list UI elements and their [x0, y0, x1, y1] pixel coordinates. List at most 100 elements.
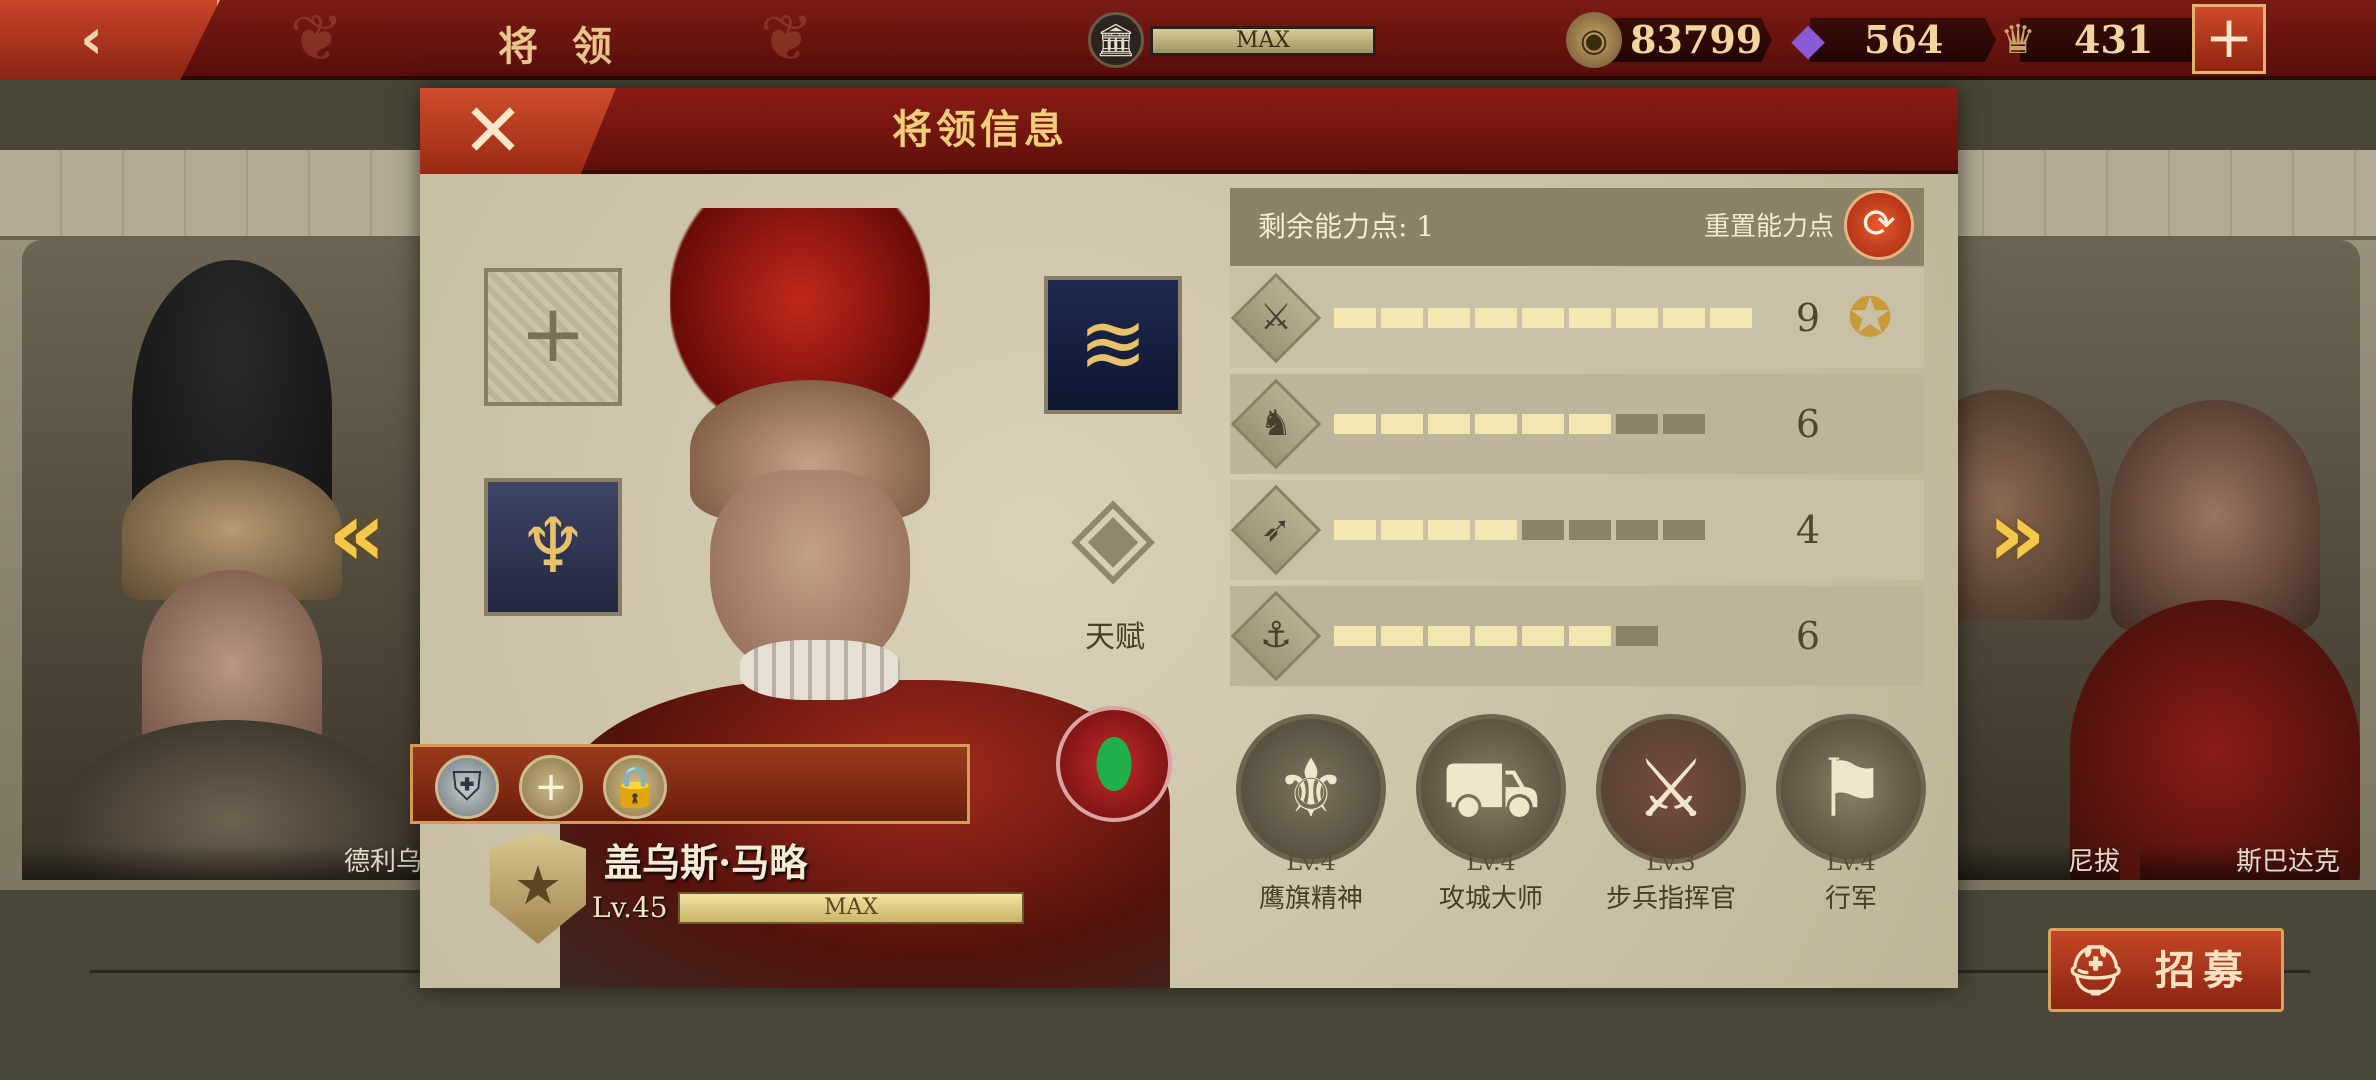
stat-value: 4 [1795, 508, 1821, 552]
equipment-slot-torch[interactable]: ♆ [484, 478, 622, 616]
scroll-icon: ≋ [1078, 297, 1148, 392]
talent-label: 天赋 [1085, 620, 1145, 655]
gem-icon: ◆ [1791, 14, 1825, 65]
anchor-icon: ⚓ [1230, 590, 1322, 682]
stat-segment [1475, 520, 1517, 540]
general-card-left-label: 德利乌 [22, 844, 422, 880]
honor-resource[interactable]: 431 ♛ [1990, 12, 2204, 68]
stat-segment [1381, 308, 1423, 328]
chevron-left-icon: ‹ [80, 7, 104, 72]
sword-icon: ⚔ [1230, 272, 1322, 364]
general-card-right-label-1: 尼拔 [1940, 844, 2120, 880]
hero-level-bar: MAX [678, 892, 1024, 924]
hero-action-strip: ⛨ + 🔒 [410, 744, 970, 824]
stat-segment [1381, 414, 1423, 434]
skill-siege-master[interactable]: ⛟ Lv.4 攻城大师 [1416, 714, 1566, 914]
skill-name: 攻城大师 [1438, 884, 1543, 914]
gem-resource[interactable]: 564 ◆ [1780, 12, 1996, 68]
stat-segment [1663, 520, 1705, 540]
building-level-bar: MAX [1150, 26, 1376, 56]
laurel-icon: ❦ [290, 2, 344, 76]
stat-row-naval: ⚓ 6 [1230, 586, 1924, 686]
building-level[interactable]: 🏛 MAX [1088, 12, 1376, 68]
stat-segment [1710, 308, 1752, 328]
skill-name: 鹰旗精神 [1258, 884, 1363, 914]
prev-general-arrow[interactable]: « [326, 490, 388, 580]
medal-star-icon[interactable]: ✪ [1834, 282, 1906, 354]
gem-value: 564 [1810, 18, 1996, 62]
reset-points-button[interactable]: ⟳ [1844, 190, 1914, 260]
stat-segment [1616, 520, 1658, 540]
stat-segment [1475, 308, 1517, 328]
stat-segment [1663, 414, 1705, 434]
stat-segment [1334, 308, 1376, 328]
add-resource-button[interactable]: + [2192, 4, 2266, 74]
stat-segment [1334, 414, 1376, 434]
stat-segment [1616, 414, 1658, 434]
stat-segment [1569, 626, 1611, 646]
plus-icon[interactable]: + [519, 755, 583, 819]
stat-row-cavalry: ♞ 6 [1230, 374, 1924, 474]
stat-segment [1428, 626, 1470, 646]
stat-segment [1334, 520, 1376, 540]
torch-icon: ♆ [518, 501, 588, 590]
crossed-swords-icon: ⚔ [1596, 714, 1746, 864]
eagle-banner-icon: ⚜ [1236, 714, 1386, 864]
stat-segment [1569, 308, 1611, 328]
equipment-slot-scroll[interactable]: ≋ [1044, 276, 1182, 414]
skill-level: Lv.4 [1286, 848, 1336, 876]
stat-segment [1428, 520, 1470, 540]
lock-icon[interactable]: 🔒 [603, 755, 667, 819]
ability-points-remaining: 剩余能力点: 1 [1258, 210, 1435, 243]
stat-segment [1381, 626, 1423, 646]
stat-segment [1334, 626, 1376, 646]
stat-row-attack: ⚔ 9 ✪ [1230, 268, 1924, 368]
shield-icon[interactable]: ⛨ [435, 755, 499, 819]
face-shape [2110, 400, 2320, 630]
skill-level: Lv.4 [1826, 848, 1876, 876]
cloak-shape [2070, 600, 2360, 880]
stat-segment [1522, 520, 1564, 540]
emerald-gem-button[interactable]: ⬮ [1056, 706, 1172, 822]
skill-march[interactable]: ⚑ Lv.4 行军 [1776, 714, 1926, 914]
temple-icon: 🏛 [1088, 12, 1144, 68]
stat-segment [1381, 520, 1423, 540]
skill-infantry-commander[interactable]: ⚔ Lv.3 步兵指挥官 [1596, 714, 1746, 914]
stat-segment [1522, 414, 1564, 434]
marching-soldiers-icon: ⚑ [1776, 714, 1926, 864]
stat-value: 6 [1795, 614, 1821, 658]
stat-segment [1663, 308, 1705, 328]
honor-value: 431 [2020, 18, 2204, 62]
dialog-title: 将领信息 [892, 106, 1068, 153]
recruit-button[interactable]: ⛑ 招募 [2048, 928, 2284, 1012]
reset-points-label: 重置能力点 [1703, 212, 1834, 242]
talent-icon[interactable]: ◈ [1046, 466, 1180, 600]
stat-value: 9 [1795, 296, 1821, 340]
eagle-icon: ♛ [2000, 17, 2036, 63]
coin-icon: ◉ [1566, 12, 1622, 68]
skill-level: Lv.3 [1646, 848, 1696, 876]
horse-icon: ♞ [1230, 378, 1322, 470]
stat-segment [1522, 308, 1564, 328]
coin-resource[interactable]: 83799 ◉ [1566, 12, 1772, 68]
stat-row-archery: ➶ 4 [1230, 480, 1924, 580]
laurel-icon: ❦ [760, 2, 814, 76]
recruit-label: 招募 [2155, 947, 2251, 994]
equipment-slot-empty[interactable]: + [484, 268, 622, 406]
stat-segment [1569, 520, 1611, 540]
hero-level: Lv.45 [592, 891, 668, 924]
stat-segment [1616, 626, 1658, 646]
stat-segment [1522, 626, 1564, 646]
hero-collar [740, 640, 900, 700]
hero-name: 盖乌斯·马略 [604, 840, 808, 885]
coin-value: 83799 [1596, 18, 1772, 62]
stat-segment [1475, 626, 1517, 646]
dialog-header [420, 88, 1958, 174]
skill-name: 步兵指挥官 [1605, 884, 1736, 914]
stat-segment [1475, 414, 1517, 434]
stat-segment [1428, 414, 1470, 434]
next-general-arrow[interactable]: » [1986, 490, 2048, 580]
skill-eagle-spirit[interactable]: ⚜ Lv.4 鹰旗精神 [1236, 714, 1386, 914]
stat-segment [1428, 308, 1470, 328]
stat-segment [1569, 414, 1611, 434]
